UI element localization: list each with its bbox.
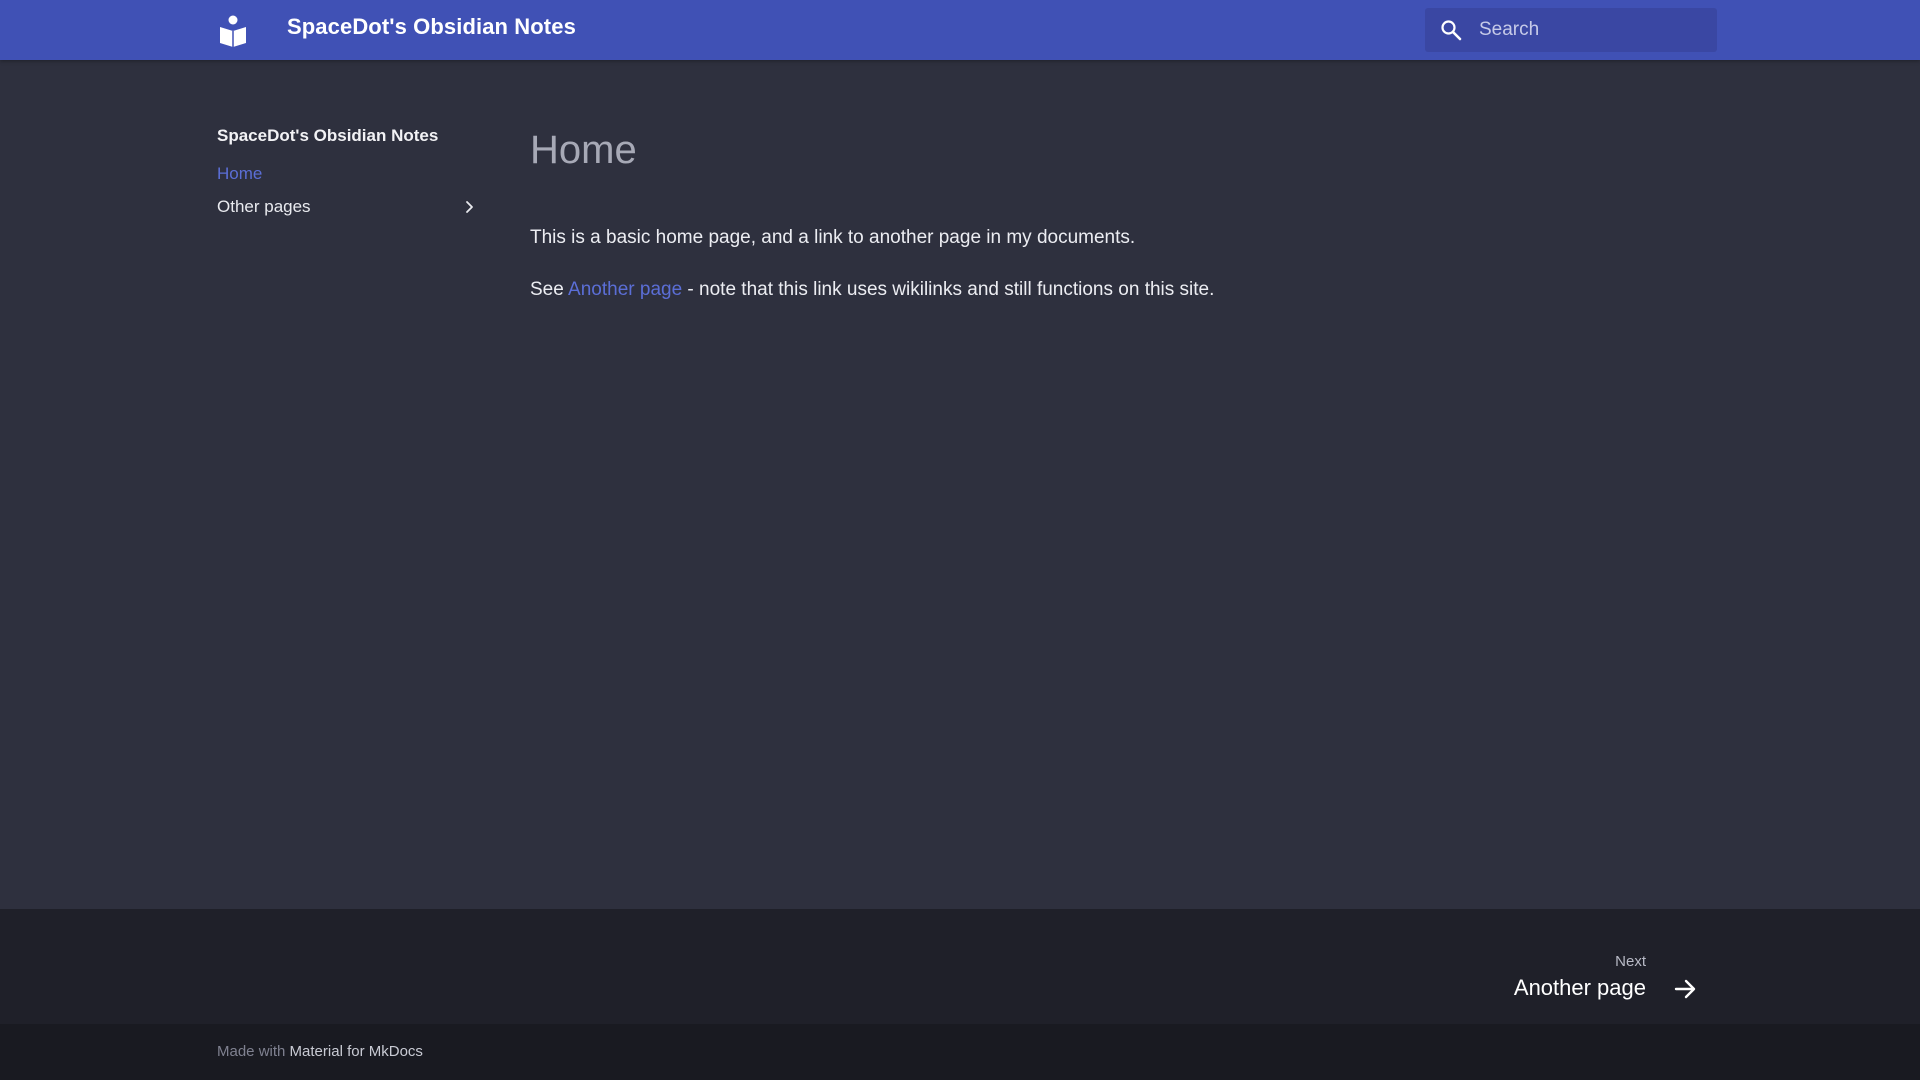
see-paragraph: See Another page - note that this link u…: [530, 279, 1214, 301]
book-reader-icon[interactable]: [217, 13, 249, 47]
made-with-text: Made with Material for MkDocs: [217, 1043, 423, 1060]
chevron-right-icon: [466, 201, 473, 213]
material-mkdocs-link[interactable]: Material for MkDocs: [290, 1043, 423, 1060]
made-with-label: Made with: [217, 1043, 286, 1060]
search-icon: [1441, 20, 1462, 41]
sidebar-item-other-pages[interactable]: Other pages: [217, 190, 477, 224]
next-page-link[interactable]: Next Another page: [1398, 943, 1698, 1003]
sidebar-nav: SpaceDot's Obsidian Notes Home Other pag…: [217, 126, 477, 224]
footer-meta: Made with Material for MkDocs: [0, 1024, 1920, 1080]
sidebar-item-home[interactable]: Home: [217, 158, 477, 190]
search-input[interactable]: [1479, 8, 1709, 52]
page-title: Home: [530, 128, 637, 172]
sidebar-title: SpaceDot's Obsidian Notes: [217, 126, 439, 145]
top-header: SpaceDot's Obsidian Notes: [0, 0, 1920, 60]
search-box[interactable]: [1425, 8, 1717, 52]
see-prefix: See: [530, 279, 569, 300]
site-title[interactable]: SpaceDot's Obsidian Notes: [287, 14, 576, 40]
next-label: Next: [1615, 953, 1646, 970]
intro-paragraph: This is a basic home page, and a link to…: [530, 227, 1136, 248]
main-content: Home This is a basic home page, and a li…: [530, 120, 1430, 300]
sidebar-item-label: Other pages: [217, 197, 311, 216]
another-page-link[interactable]: Another page: [568, 279, 682, 300]
see-suffix: - note that this link uses wikilinks and…: [682, 279, 1215, 300]
next-title: Another page: [1513, 975, 1646, 1000]
footer-navigation: Next Another page: [0, 909, 1920, 1024]
arrow-right-icon: [1674, 979, 1696, 999]
